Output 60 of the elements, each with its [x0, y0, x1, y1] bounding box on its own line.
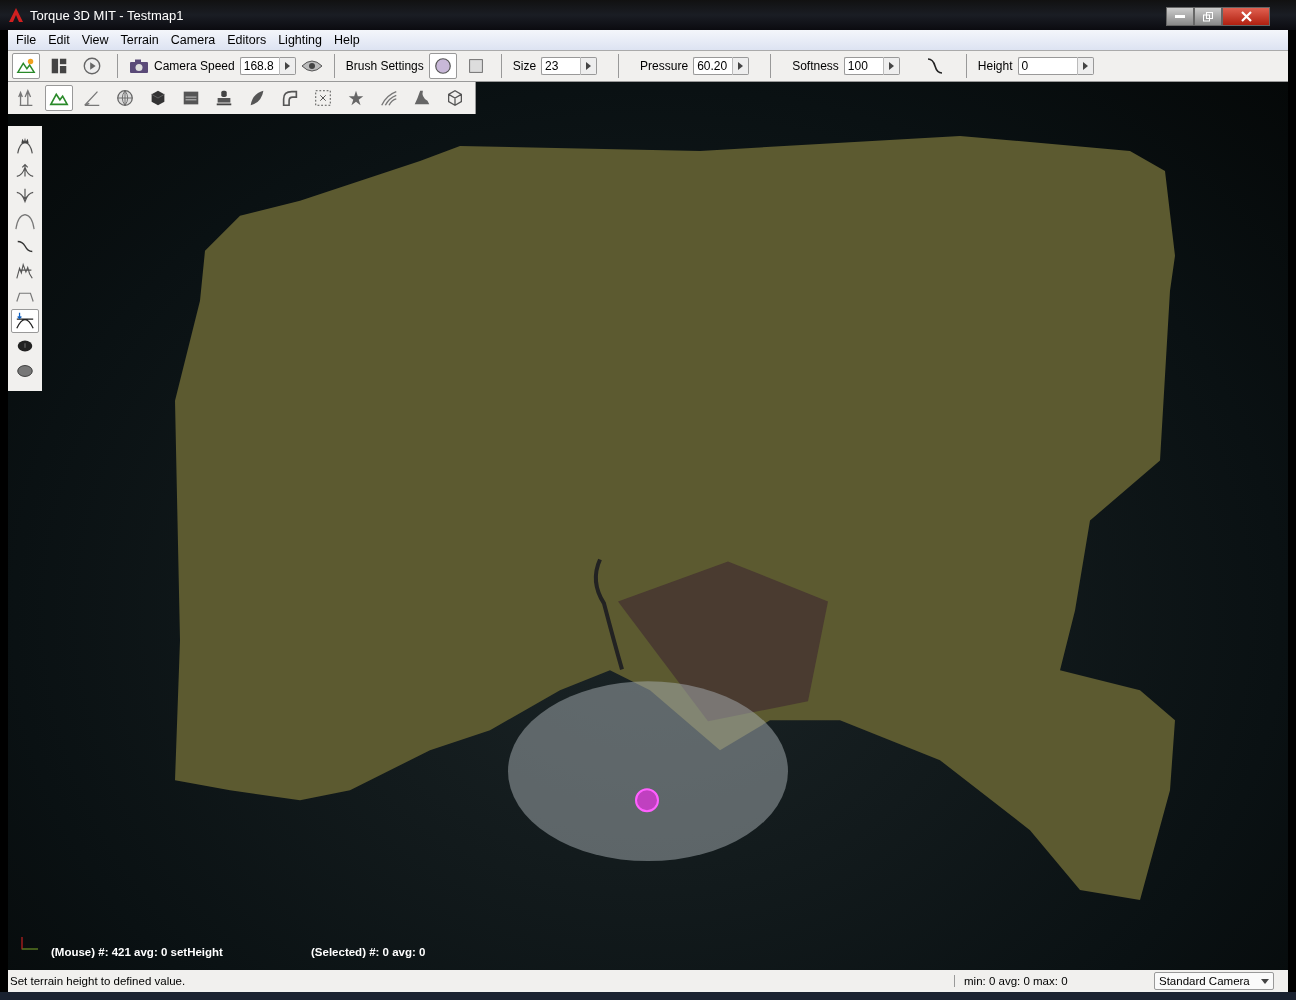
menu-item[interactable]: Terrain	[114, 33, 165, 47]
set-height-icon	[15, 311, 35, 331]
river-icon	[379, 88, 399, 108]
window-title: Torque 3D MIT - Testmap1	[30, 7, 185, 23]
menu-item[interactable]: Lighting	[272, 33, 328, 47]
globe-icon	[115, 88, 135, 108]
field-label: Pressure	[640, 59, 689, 73]
caret-icon	[1261, 978, 1269, 984]
camera-dropdown[interactable]: Standard Camera	[1154, 972, 1274, 990]
grab-hill-icon	[15, 136, 35, 156]
restore-button[interactable]	[1194, 7, 1222, 26]
noise-peaks-icon	[15, 261, 35, 281]
menu-item[interactable]: View	[75, 33, 115, 47]
right-arrow-icon	[284, 62, 290, 70]
mouse-info-text: (Mouse) #: 421 avg: 0 setHeight	[51, 946, 223, 958]
menu-item[interactable]: Edit	[42, 33, 76, 47]
height-field[interactable]: 0	[1017, 57, 1078, 75]
status-message: Set terrain height to defined value.	[9, 975, 187, 987]
road-icon	[280, 88, 300, 108]
terrain-editor-icon	[16, 56, 36, 76]
terrain-editor-tool[interactable]	[12, 53, 40, 79]
right-arrow-icon	[888, 62, 894, 70]
field-label: Size	[512, 59, 537, 73]
close-icon	[1240, 11, 1252, 22]
circle-brush-icon	[432, 56, 453, 76]
brush-cursor-icon	[635, 788, 659, 813]
minimize-button[interactable]	[1166, 7, 1194, 26]
field-label: Softness	[792, 59, 839, 73]
menu-item[interactable]: Editors	[221, 33, 273, 47]
menu-item[interactable]: Camera	[164, 33, 222, 47]
right-arrow-icon	[738, 62, 744, 70]
right-arrow-icon	[586, 62, 592, 70]
value-field[interactable]: 23	[541, 57, 582, 75]
circle-brush-button[interactable]	[428, 53, 457, 79]
selected-info-text: (Selected) #: 0 avg: 0	[311, 946, 426, 958]
value-field[interactable]: 100	[843, 57, 884, 75]
camera-icon[interactable]	[129, 58, 149, 74]
frame-icon	[313, 88, 333, 108]
arrow-button[interactable]	[733, 57, 750, 75]
set-height-tool[interactable]	[11, 309, 39, 333]
arrow-button[interactable]	[581, 57, 598, 75]
camera-speed-field[interactable]: 168.8	[239, 57, 280, 75]
height-label: Height	[977, 59, 1013, 73]
menu-item[interactable]: File	[10, 33, 43, 47]
play-icon	[82, 56, 102, 76]
value-field[interactable]: 60.20	[693, 57, 734, 75]
stamp-icon	[214, 88, 234, 108]
wireframe-cube-icon	[445, 88, 465, 108]
close-button[interactable]	[1222, 7, 1270, 26]
minimize-icon	[1175, 14, 1185, 19]
mountain-tool[interactable]	[45, 85, 73, 111]
camera-speed-label: Camera Speed	[154, 59, 235, 73]
panels-icon	[49, 56, 69, 76]
brush-settings-label: Brush Settings	[345, 59, 424, 73]
menu-item[interactable]: Help	[327, 33, 366, 47]
app-logo-icon	[8, 7, 24, 23]
right-arrow-icon	[1082, 62, 1088, 70]
eye-icon[interactable]	[300, 59, 323, 73]
smooth-curve-icon	[15, 211, 35, 231]
restore-icon	[1203, 11, 1213, 22]
